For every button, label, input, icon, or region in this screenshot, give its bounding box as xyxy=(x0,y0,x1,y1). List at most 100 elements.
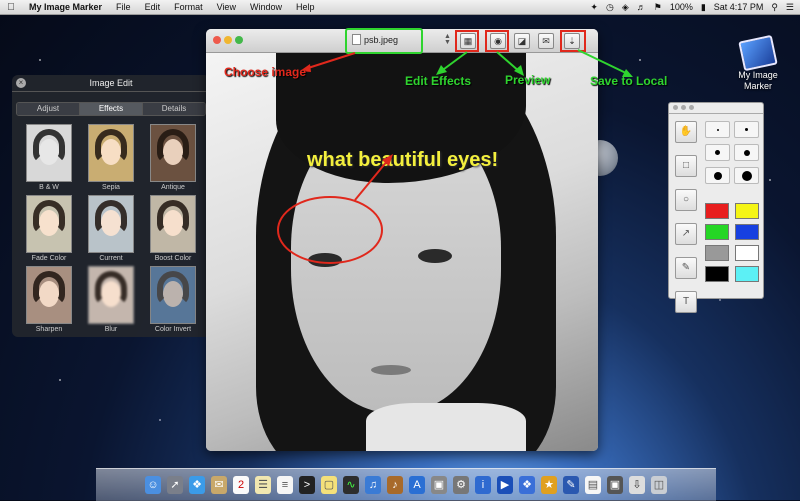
menu-format[interactable]: Format xyxy=(167,2,210,12)
clock[interactable]: Sat 4:17 PM xyxy=(714,2,764,12)
photo-canvas[interactable]: what beautiful eyes! xyxy=(206,53,598,451)
bluetooth-icon[interactable]: ✦ xyxy=(590,2,598,13)
stroke-size-3[interactable] xyxy=(705,144,730,161)
rectangle-tool-icon[interactable]: □ xyxy=(675,155,697,177)
mail-icon[interactable]: ✉ xyxy=(211,476,227,494)
image-edit-panel: × Image Edit Adjust Effects Details B & … xyxy=(12,75,210,337)
effect-blur[interactable]: Blur xyxy=(82,266,140,333)
effect-antique[interactable]: Antique xyxy=(144,124,202,191)
close-icon[interactable]: × xyxy=(16,78,26,88)
effect-sepia[interactable]: Sepia xyxy=(82,124,140,191)
annotation-choose-image: Choose image xyxy=(224,65,307,79)
downloads-icon[interactable]: ⇩ xyxy=(629,476,645,494)
tab-effects[interactable]: Effects xyxy=(80,103,143,115)
effect-current[interactable]: Current xyxy=(82,195,140,262)
stickies-icon[interactable]: ▢ xyxy=(321,476,337,494)
menu-window[interactable]: Window xyxy=(243,2,289,12)
hand-tool-icon[interactable]: ✋ xyxy=(675,121,697,143)
reminders-icon[interactable]: ≡ xyxy=(277,476,293,494)
swatch-green[interactable] xyxy=(705,224,729,240)
terminal-icon[interactable]: > xyxy=(299,476,315,494)
choose-image-button[interactable]: ▦ xyxy=(460,33,476,49)
arrow-tool-icon[interactable]: ↗ xyxy=(675,223,697,245)
guitar-icon[interactable]: ♪ xyxy=(387,476,403,494)
photo-icon[interactable]: ▣ xyxy=(607,476,623,494)
palette-zoom-button[interactable] xyxy=(689,105,694,110)
appstore-icon[interactable]: A xyxy=(409,476,425,494)
document-icon[interactable]: ▤ xyxy=(585,476,601,494)
image-marker-icon[interactable]: ★ xyxy=(541,476,557,494)
textedit-icon[interactable]: ✎ xyxy=(563,476,579,494)
menu-view[interactable]: View xyxy=(210,2,243,12)
zoom-window-button[interactable] xyxy=(235,36,243,44)
flag-icon[interactable]: ⚑ xyxy=(654,2,662,13)
quicktime-icon[interactable]: ▶ xyxy=(497,476,513,494)
launchpad-icon[interactable]: ➚ xyxy=(167,476,183,494)
file-name-selector[interactable]: psb.jpeg xyxy=(352,34,398,45)
tab-adjust[interactable]: Adjust xyxy=(17,103,80,115)
finder-icon[interactable]: ☺ xyxy=(145,476,161,494)
swatch-cyan[interactable] xyxy=(735,266,759,282)
preview-button[interactable]: ◉ xyxy=(490,33,506,49)
itunes-icon[interactable]: ♫ xyxy=(365,476,381,494)
eye-icon: ◉ xyxy=(494,36,502,46)
stroke-size-1[interactable] xyxy=(705,121,730,138)
effect-thumbnail xyxy=(26,195,72,253)
brush-tool-icon[interactable]: ✎ xyxy=(675,257,697,279)
close-window-button[interactable] xyxy=(213,36,221,44)
email-button[interactable]: ✉ xyxy=(538,33,554,49)
trash-icon[interactable]: ◫ xyxy=(651,476,667,494)
effect-sharpen[interactable]: Sharpen xyxy=(20,266,78,333)
effect-bw[interactable]: B & W xyxy=(20,124,78,191)
preview-icon[interactable]: ▣ xyxy=(431,476,447,494)
effect-label: Color Invert xyxy=(154,326,192,333)
save-to-local-button[interactable]: ⇣ xyxy=(564,33,580,49)
swatch-gray[interactable] xyxy=(705,245,729,261)
swatch-red[interactable] xyxy=(705,203,729,219)
notes-icon[interactable]: ☰ xyxy=(255,476,271,494)
ellipse-tool-icon[interactable]: ○ xyxy=(675,189,697,211)
file-stepper[interactable]: ▲ ▼ xyxy=(444,33,451,46)
system-prefs-icon[interactable]: ⚙ xyxy=(453,476,469,494)
panel-tabs: Adjust Effects Details xyxy=(16,102,206,116)
caption-text[interactable]: what beautiful eyes! xyxy=(307,149,498,172)
battery-percent[interactable]: 100% xyxy=(670,2,693,12)
image-icon: ▦ xyxy=(463,36,473,46)
menu-help[interactable]: Help xyxy=(289,2,322,12)
wifi-icon[interactable]: ◈ xyxy=(622,2,629,13)
effect-fade-color[interactable]: Fade Color xyxy=(20,195,78,262)
menu-app-name[interactable]: My Image Marker xyxy=(22,2,109,12)
time-machine-icon[interactable]: ◷ xyxy=(606,2,614,13)
desktop-app-icon[interactable]: My Image Marker xyxy=(726,34,790,92)
calendar-icon[interactable]: 2 xyxy=(233,476,249,494)
menu-edit[interactable]: Edit xyxy=(138,2,168,12)
menu-file[interactable]: File xyxy=(109,2,138,12)
notification-center-icon[interactable]: ☰ xyxy=(786,2,794,13)
minimize-window-button[interactable] xyxy=(224,36,232,44)
delete-button[interactable]: ◪ xyxy=(514,33,530,49)
palette-close-button[interactable] xyxy=(673,105,678,110)
effect-boost-color[interactable]: Boost Color xyxy=(144,195,202,262)
xcode-icon[interactable]: ❖ xyxy=(519,476,535,494)
effect-label: Blur xyxy=(104,326,118,333)
spotlight-icon[interactable]: ⚲ xyxy=(771,2,778,13)
palette-minimize-button[interactable] xyxy=(681,105,686,110)
mail-icon: ✉ xyxy=(542,36,550,46)
swatch-black[interactable] xyxy=(705,266,729,282)
stroke-size-4[interactable] xyxy=(734,144,759,161)
apple-menu-icon[interactable]:  xyxy=(0,2,22,13)
tab-details[interactable]: Details xyxy=(143,103,205,115)
stroke-size-5[interactable] xyxy=(705,167,730,184)
stroke-size-6[interactable] xyxy=(734,167,759,184)
text-tool-icon[interactable]: T xyxy=(675,291,697,313)
swatch-yellow[interactable] xyxy=(735,203,759,219)
safari-icon[interactable]: ❖ xyxy=(189,476,205,494)
stroke-size-2[interactable] xyxy=(734,121,759,138)
volume-icon[interactable]: ♬ xyxy=(637,2,646,12)
activity-monitor-icon[interactable]: ∿ xyxy=(343,476,359,494)
effect-color-invert[interactable]: Color Invert xyxy=(144,266,202,333)
swatch-blue[interactable] xyxy=(735,224,759,240)
swatch-white[interactable] xyxy=(735,245,759,261)
info-icon[interactable]: i xyxy=(475,476,491,494)
effect-thumbnail xyxy=(88,124,134,182)
